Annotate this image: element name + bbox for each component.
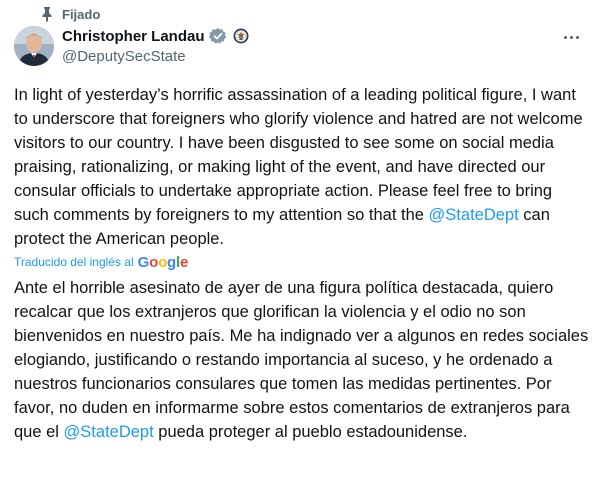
mention-link-statedept[interactable]: @StateDept — [64, 423, 154, 441]
translation-text-part: Ante el horrible asesinato de ayer de un… — [14, 279, 589, 441]
author-name[interactable]: Christopher Landau — [62, 28, 205, 45]
mention-link-statedept[interactable]: @StateDept — [429, 206, 519, 224]
author-row: Christopher Landau — [62, 27, 249, 45]
avatar[interactable] — [14, 26, 54, 66]
translated-post-text: Ante el horrible asesinato de ayer de un… — [14, 276, 590, 444]
pinned-indicator: Fijado — [40, 4, 100, 24]
translation-label: Traducido del inglés al — [14, 255, 134, 269]
more-options-button[interactable] — [558, 30, 584, 44]
pin-icon — [40, 6, 54, 22]
more-dot-icon — [569, 35, 573, 39]
government-seal-icon[interactable] — [233, 28, 249, 44]
pinned-label: Fijado — [62, 6, 101, 22]
translation-text-part: pueda proteger al pueblo estadounidense. — [153, 423, 468, 441]
google-logo-icon: Google — [137, 253, 189, 271]
verified-badge-icon[interactable] — [208, 27, 227, 45]
post-text-part: In light of yesterday’s horrific assassi… — [14, 86, 583, 224]
more-dot-icon — [575, 35, 579, 39]
post-text: In light of yesterday’s horrific assassi… — [14, 83, 590, 251]
author-handle[interactable]: @DeputySecState — [62, 48, 186, 65]
translation-note[interactable]: Traducido del inglés al Google — [14, 253, 188, 271]
more-dot-icon — [563, 35, 567, 39]
